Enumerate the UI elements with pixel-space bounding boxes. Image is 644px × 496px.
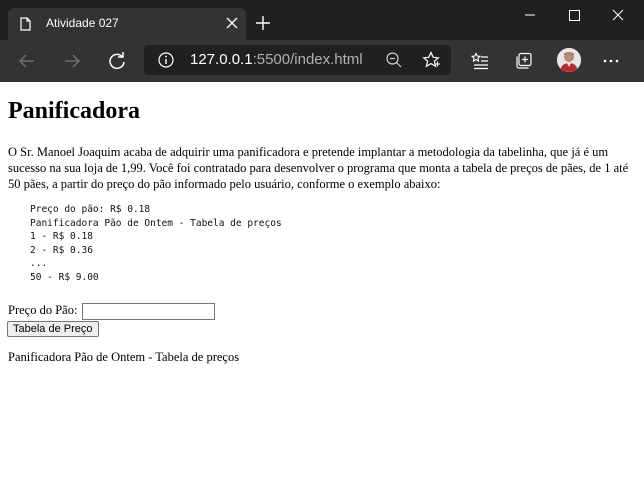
maximize-icon[interactable]	[552, 0, 596, 32]
info-icon[interactable]	[158, 52, 174, 68]
url-text[interactable]: 127.0.0.1:5500/index.html	[190, 51, 363, 68]
favorite-star-icon[interactable]	[422, 51, 440, 69]
minimize-icon[interactable]	[508, 0, 552, 32]
close-window-icon[interactable]	[596, 0, 640, 32]
title-bar: Atividade 027	[0, 0, 644, 40]
more-icon[interactable]	[602, 52, 620, 70]
refresh-icon[interactable]	[107, 51, 127, 71]
description-paragraph: O Sr. Manoel Joaquim acaba de adquirir u…	[8, 145, 629, 191]
page-content: Panificadora O Sr. Manoel Joaquim acaba …	[0, 82, 644, 496]
avatar-icon	[557, 48, 581, 72]
address-bar[interactable]: 127.0.0.1:5500/index.html	[144, 45, 451, 75]
url-host: 127.0.0.1	[190, 51, 253, 68]
page-title: Panificadora	[8, 98, 140, 124]
price-input[interactable]	[82, 303, 215, 320]
url-path: :5500/index.html	[252, 51, 363, 68]
toolbar: 127.0.0.1:5500/index.html	[0, 40, 644, 82]
example-block: Preço do pão: R$ 0.18 Panificadora Pão d…	[30, 204, 282, 283]
tab-atividade[interactable]: Atividade 027	[8, 8, 246, 40]
close-icon[interactable]	[226, 17, 238, 29]
tab-title: Atividade 027	[46, 16, 119, 30]
plus-icon[interactable]	[256, 16, 270, 30]
avatar[interactable]	[557, 48, 581, 72]
browser-window: Atividade 027 127.0.0.1:5500/index.html …	[0, 0, 644, 496]
forward-icon[interactable]	[62, 51, 82, 71]
zoom-out-icon[interactable]	[386, 52, 402, 68]
price-label: Preço do Pão:	[8, 303, 78, 317]
back-icon[interactable]	[17, 51, 37, 71]
favorites-icon[interactable]	[471, 52, 489, 70]
price-table-button[interactable]: Tabela de Preço	[7, 321, 99, 337]
page-icon	[20, 17, 31, 31]
result-text: Panificadora Pão de Ontem - Tabela de pr…	[8, 350, 240, 364]
collections-icon[interactable]	[515, 52, 533, 70]
